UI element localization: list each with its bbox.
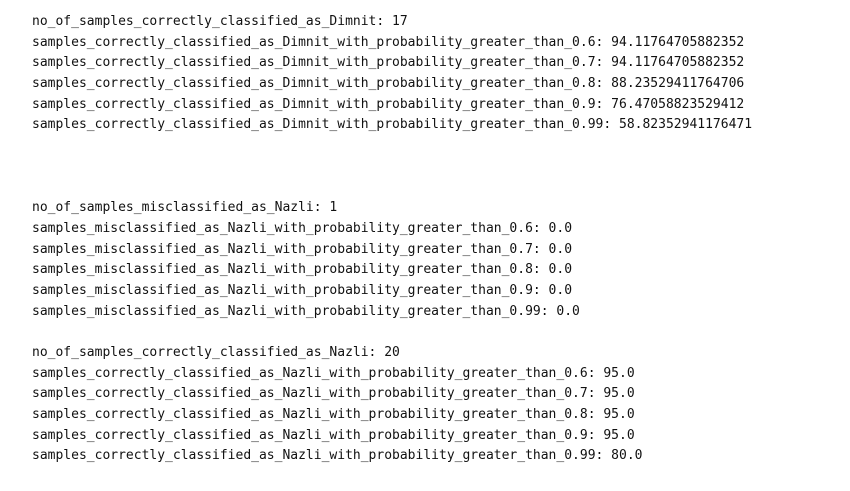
output-line: no_of_samples_correctly_classified_as_Di…	[32, 14, 408, 29]
output-line: samples_correctly_classified_as_Nazli_wi…	[32, 365, 635, 381]
output-line: samples_correctly_classified_as_Dimnit_w…	[32, 55, 745, 71]
output-spacer	[32, 322, 842, 343]
output-line: no_of_samples_misclassified_as_Nazli: 1	[32, 200, 338, 216]
output-line: samples_misclassified_as_Nazli_with_prob…	[32, 241, 573, 257]
output-line: samples_correctly_classified_as_Dimnit_w…	[32, 34, 745, 50]
output-block-dimnit-correct: no_of_samples_correctly_classified_as_Di…	[32, 12, 842, 136]
output-block-nazli-correct: no_of_samples_correctly_classified_as_Na…	[32, 343, 842, 467]
output-line: samples_correctly_classified_as_Nazli_wi…	[32, 448, 643, 464]
output-line: no_of_samples_correctly_classified_as_Na…	[32, 344, 400, 360]
output-line: samples_correctly_classified_as_Nazli_wi…	[32, 407, 635, 422]
output-line: samples_correctly_classified_as_Dimnit_w…	[32, 117, 753, 133]
output-block-nazli-misclassified: no_of_samples_misclassified_as_Nazli: 1 …	[32, 198, 842, 322]
output-line: samples_correctly_classified_as_Nazli_wi…	[32, 386, 635, 402]
output-line: samples_correctly_classified_as_Nazli_wi…	[32, 427, 635, 443]
output-line: samples_correctly_classified_as_Dimnit_w…	[32, 76, 745, 92]
output-line: samples_misclassified_as_Nazli_with_prob…	[32, 282, 573, 298]
output-spacer	[32, 136, 842, 198]
output-line: samples_misclassified_as_Nazli_with_prob…	[32, 303, 580, 319]
output-line: samples_misclassified_as_Nazli_with_prob…	[32, 220, 573, 236]
output-line: samples_misclassified_as_Nazli_with_prob…	[32, 262, 573, 278]
output-line: samples_correctly_classified_as_Dimnit_w…	[32, 96, 745, 112]
cell-output: no_of_samples_correctly_classified_as_Di…	[32, 12, 842, 467]
